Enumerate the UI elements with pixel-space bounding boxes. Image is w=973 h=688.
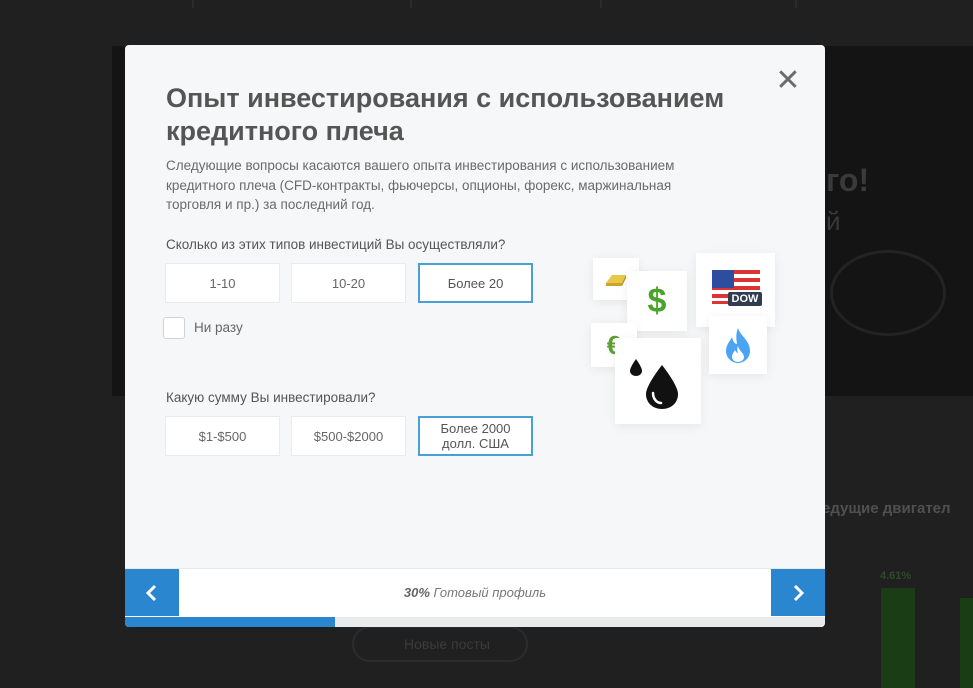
chevron-right-icon	[793, 584, 805, 601]
background-bar	[960, 598, 973, 688]
progress-bar	[125, 617, 825, 627]
never-checkbox[interactable]	[163, 317, 185, 339]
option-count-10-20[interactable]: 10-20	[291, 263, 406, 303]
option-amount-more-2000[interactable]: Более 2000 долл. США	[418, 416, 533, 456]
background-section-title: едущие двигател	[822, 500, 951, 517]
close-icon[interactable]: ✕	[775, 66, 801, 96]
question-amount-label: Какую сумму Вы инвестировали?	[166, 390, 376, 405]
gas-flame-icon	[709, 316, 767, 374]
question-count-label: Сколько из этих типов инвестиций Вы осущ…	[166, 237, 506, 252]
background-divider	[600, 0, 602, 8]
option-amount-1-500[interactable]: $1-$500	[165, 416, 280, 456]
modal-description: Следующие вопросы касаются вашего опыта …	[166, 158, 675, 212]
option-count-1-10[interactable]: 1-10	[165, 263, 280, 303]
dow-badge: DOW	[727, 292, 763, 306]
progress-footer: 30% Готовый профиль	[125, 568, 825, 618]
background-bar-label: 4.61%	[880, 570, 912, 582]
background-new-posts-pill: Новые посты	[352, 626, 528, 662]
progress-label: Готовый профиль	[433, 585, 547, 600]
progress-bar-fill	[125, 617, 335, 627]
next-button[interactable]	[771, 569, 825, 616]
dollar-icon: $	[627, 271, 687, 331]
background-play-circle	[830, 250, 946, 336]
option-amount-500-2000[interactable]: $500-$2000	[291, 416, 406, 456]
background-divider	[795, 0, 797, 8]
background-subheadline: й	[826, 206, 841, 236]
oil-drop-icon	[615, 338, 701, 424]
background-divider	[410, 0, 412, 8]
background-bar	[881, 588, 915, 688]
background-divider	[192, 0, 194, 8]
progress-text: 30% Готовый профиль	[125, 585, 825, 600]
leverage-experience-modal: ✕ Опыт инвестирования с использованием к…	[125, 45, 825, 627]
progress-percent: 30%	[403, 585, 430, 600]
modal-title: Опыт инвестирования с использованием кре…	[166, 83, 725, 146]
never-checkbox-label[interactable]: Ни разу	[194, 320, 243, 335]
option-count-more-20[interactable]: Более 20	[418, 263, 533, 303]
background-headline: го!	[826, 162, 870, 198]
